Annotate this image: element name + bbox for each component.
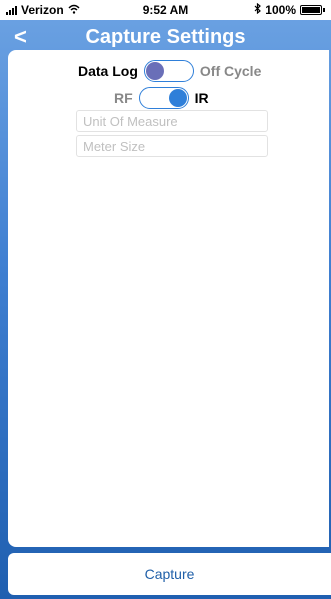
status-right: 100% <box>254 2 325 17</box>
mode-toggle-row: Data Log Off Cycle <box>78 60 261 82</box>
battery-icon <box>300 5 322 15</box>
capture-button[interactable]: Capture <box>8 553 331 595</box>
bluetooth-icon <box>254 2 262 17</box>
page-title: Capture Settings <box>85 26 246 48</box>
capture-button-label: Capture <box>144 566 195 582</box>
ir-label: IR <box>194 90 209 106</box>
battery-tip <box>323 8 325 12</box>
toggle-knob <box>168 89 187 107</box>
mode-toggle-switch[interactable] <box>143 60 194 82</box>
toggle-knob <box>145 62 164 80</box>
data-log-label: Data Log <box>78 63 138 79</box>
off-cycle-label: Off Cycle <box>199 63 262 79</box>
source-toggle-row: RF IR <box>114 87 209 109</box>
unit-of-measure-field[interactable] <box>76 110 268 132</box>
meter-size-field[interactable] <box>76 135 268 157</box>
status-bar: Verizon 9:52 AM 100% <box>0 0 331 20</box>
source-toggle-switch[interactable] <box>138 87 189 109</box>
settings-panel: Data Log Off Cycle RF IR <box>8 50 329 547</box>
battery-percent: 100% <box>265 3 296 17</box>
rf-label: RF <box>114 90 133 106</box>
